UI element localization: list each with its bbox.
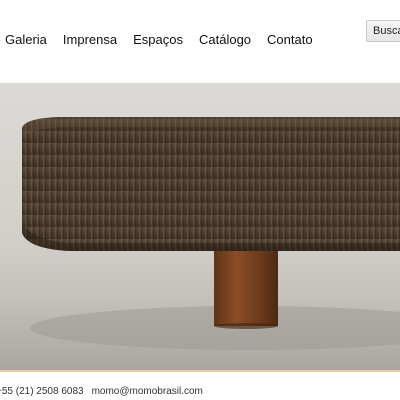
footer-phone: +55 (21) 2508 6083: [0, 386, 84, 397]
nav-item-catalogo[interactable]: Catálogo: [199, 31, 251, 49]
footer-divider: [0, 370, 400, 372]
footer-contact: +55 (21) 2508 6083 momo@momobrasil.com: [0, 384, 400, 400]
nav-item-espacos[interactable]: Espaços: [133, 31, 183, 49]
hero-image: [0, 83, 400, 370]
nav-item-galeria[interactable]: Galeria: [5, 31, 47, 49]
page: Galeria Imprensa Espaços Catálogo Contat…: [0, 0, 400, 400]
nav-item-imprensa[interactable]: Imprensa: [63, 31, 117, 49]
search-input[interactable]: Busca: [366, 20, 400, 42]
footer-email[interactable]: momo@momobrasil.com: [92, 384, 203, 400]
wooden-table-photo: [0, 83, 400, 370]
main-nav: Galeria Imprensa Espaços Catálogo Contat…: [5, 31, 313, 49]
nav-item-contato[interactable]: Contato: [267, 31, 313, 49]
